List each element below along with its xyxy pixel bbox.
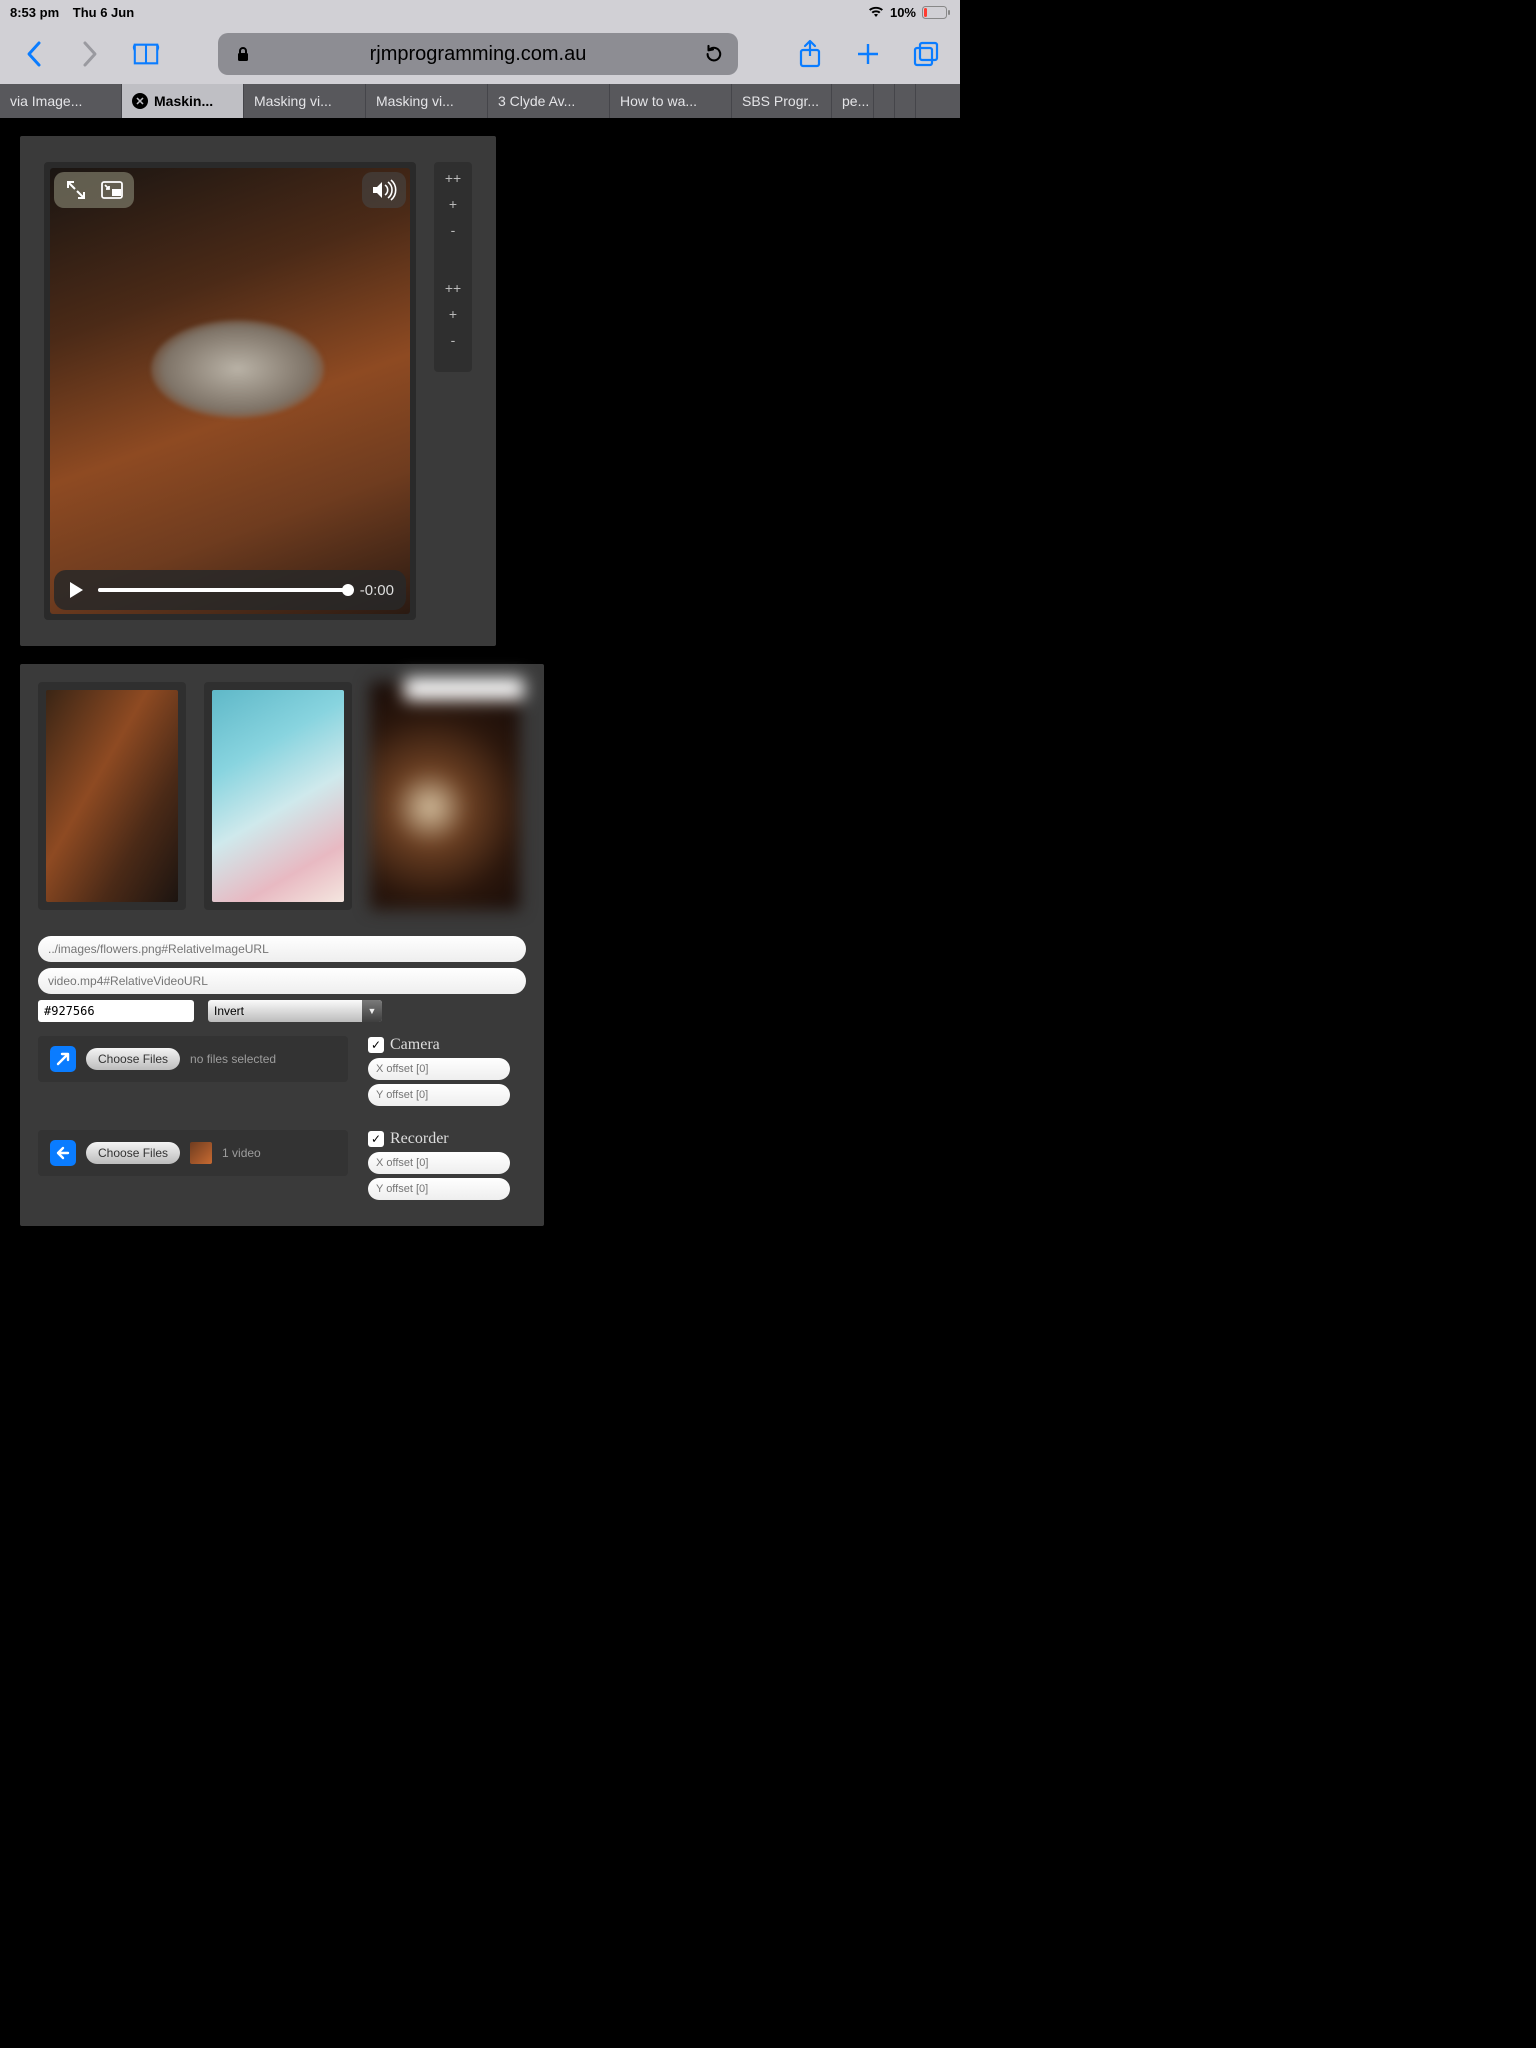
tab-label: Masking vi... — [376, 93, 454, 109]
recorder-x-offset-input[interactable] — [368, 1152, 510, 1174]
share-button[interactable] — [796, 40, 824, 68]
tab-9[interactable] — [895, 84, 916, 118]
status-left: 8:53 pm Thu 6 Jun — [10, 5, 134, 20]
zoom-b-p[interactable]: + — [434, 304, 472, 324]
filter-select-wrap: ▼ — [208, 1000, 382, 1022]
tab-5[interactable]: How to wa... — [610, 84, 732, 118]
tab-7[interactable]: pe... — [832, 84, 874, 118]
tabs-button[interactable] — [912, 40, 940, 68]
zoom-a-m[interactable]: - — [434, 220, 472, 240]
tab-label: Maskin... — [154, 93, 213, 109]
controls-panel: ▼ Choose Files no files selected ✓ Camer… — [20, 664, 544, 1226]
tab-label: SBS Progr... — [742, 93, 819, 109]
camera-x-offset-input[interactable] — [368, 1058, 510, 1080]
address-domain: rjmprogramming.com.au — [262, 43, 694, 66]
tab-label: via Image... — [10, 93, 82, 109]
thumbnail-3-blurred[interactable] — [370, 682, 520, 910]
tab-label: 3 Clyde Av... — [498, 93, 575, 109]
file-row-2: Choose Files 1 video ✓ Recorder — [38, 1130, 526, 1204]
video-controls-bar: -0:00 — [54, 570, 406, 610]
back-arrow-icon[interactable] — [50, 1140, 76, 1166]
zoom-b-pp[interactable]: ++ — [434, 278, 472, 298]
recorder-label: Recorder — [390, 1130, 449, 1148]
fullscreen-icon[interactable] — [64, 178, 88, 202]
image-url-input[interactable] — [38, 936, 526, 962]
color-input[interactable] — [38, 1000, 194, 1022]
address-bar[interactable]: rjmprogramming.com.au — [218, 33, 738, 75]
tab-1-active[interactable]: ✕ Maskin... — [122, 84, 244, 118]
back-button[interactable] — [20, 40, 48, 68]
file-status-2: 1 video — [222, 1146, 261, 1160]
tab-label: Masking vi... — [254, 93, 332, 109]
thumbnail-row — [38, 682, 526, 910]
tab-strip: via Image... ✕ Maskin... Masking vi... M… — [0, 84, 960, 118]
tab-2[interactable]: Masking vi... — [244, 84, 366, 118]
camera-checkbox[interactable]: ✓ — [368, 1037, 384, 1053]
tab-8[interactable] — [874, 84, 895, 118]
upload-arrow-icon[interactable] — [50, 1046, 76, 1072]
filter-select[interactable] — [208, 1000, 382, 1022]
time-remaining: -0:00 — [360, 582, 394, 599]
camera-group: ✓ Camera — [368, 1036, 526, 1110]
choose-files-2-button[interactable]: Choose Files — [86, 1142, 180, 1164]
thumbnail-2[interactable] — [204, 682, 352, 910]
camera-label: Camera — [390, 1036, 440, 1054]
progress-slider[interactable] — [98, 588, 348, 592]
browser-toolbar: rjmprogramming.com.au — [0, 24, 960, 84]
video-panel: -0:00 ++ + - ++ + - — [20, 136, 496, 646]
reload-icon[interactable] — [704, 45, 722, 63]
pip-icon[interactable] — [100, 178, 124, 202]
recorder-checkbox[interactable]: ✓ — [368, 1131, 384, 1147]
status-time: 8:53 pm — [10, 5, 59, 20]
video-file-thumb-icon — [190, 1142, 212, 1164]
recorder-group: ✓ Recorder — [368, 1130, 526, 1204]
status-right: 10% — [868, 5, 950, 20]
play-icon[interactable] — [66, 580, 86, 600]
new-tab-button[interactable] — [854, 40, 882, 68]
status-bar: 8:53 pm Thu 6 Jun 10% — [0, 0, 960, 24]
file-chooser-2: Choose Files 1 video — [38, 1130, 348, 1176]
zoom-b-m[interactable]: - — [434, 330, 472, 350]
file-chooser-1: Choose Files no files selected — [38, 1036, 348, 1082]
file-row-1: Choose Files no files selected ✓ Camera — [38, 1036, 526, 1110]
tab-3[interactable]: Masking vi... — [366, 84, 488, 118]
video-player[interactable]: -0:00 — [44, 162, 416, 620]
wifi-icon — [868, 6, 884, 18]
tab-4[interactable]: 3 Clyde Av... — [488, 84, 610, 118]
video-url-input[interactable] — [38, 968, 526, 994]
zoom-controls: ++ + - ++ + - — [434, 162, 472, 372]
tab-6[interactable]: SBS Progr... — [732, 84, 832, 118]
recorder-y-offset-input[interactable] — [368, 1178, 510, 1200]
volume-icon[interactable] — [362, 172, 406, 208]
dropdown-arrow-icon[interactable]: ▼ — [362, 1000, 382, 1022]
page-content: -0:00 ++ + - ++ + - ▼ — [0, 118, 960, 1280]
battery-percent: 10% — [890, 5, 916, 20]
choose-files-1-button[interactable]: Choose Files — [86, 1048, 180, 1070]
tab-label: How to wa... — [620, 93, 697, 109]
forward-button[interactable] — [76, 40, 104, 68]
status-date: Thu 6 Jun — [73, 5, 134, 20]
camera-y-offset-input[interactable] — [368, 1084, 510, 1106]
tab-0[interactable]: via Image... — [0, 84, 122, 118]
video-still — [50, 168, 410, 614]
battery-low-icon — [922, 6, 950, 19]
video-top-controls — [54, 172, 134, 208]
close-tab-icon[interactable]: ✕ — [132, 93, 148, 109]
color-row: ▼ — [38, 1000, 526, 1022]
tab-label: pe... — [842, 93, 869, 109]
thumbnail-1[interactable] — [38, 682, 186, 910]
lock-icon — [234, 45, 252, 63]
bookmarks-button[interactable] — [132, 40, 160, 68]
zoom-a-p[interactable]: + — [434, 194, 472, 214]
zoom-a-pp[interactable]: ++ — [434, 168, 472, 188]
file-status-1: no files selected — [190, 1052, 276, 1066]
